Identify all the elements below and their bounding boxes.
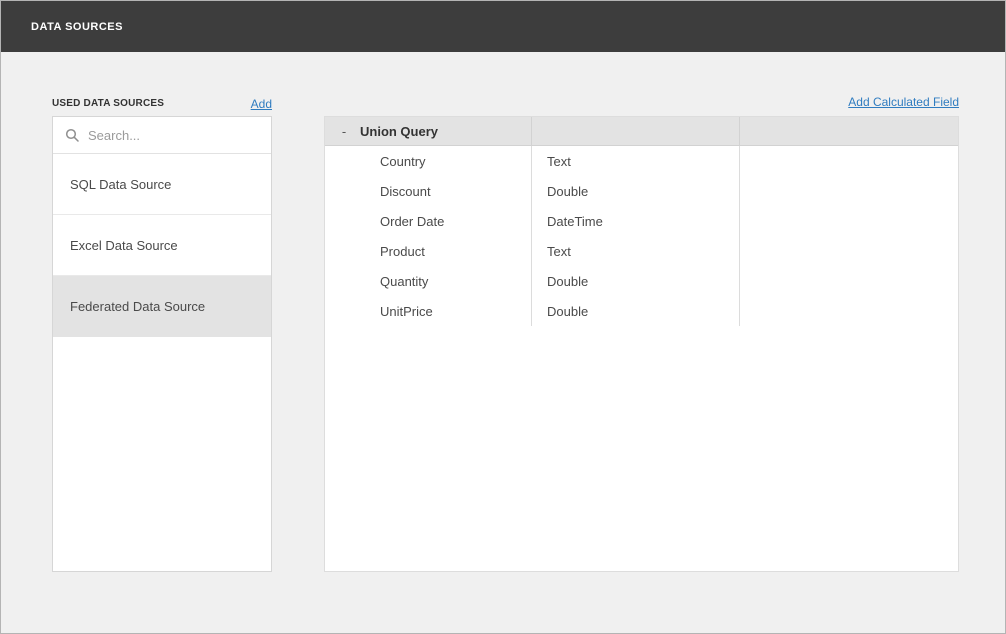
data-source-item-excel[interactable]: Excel Data Source: [53, 215, 271, 276]
used-data-sources-label: USED DATA SOURCES: [52, 98, 164, 111]
field-type-cell: Text: [532, 236, 740, 266]
field-type-cell: DateTime: [532, 206, 740, 236]
field-table-panel: - Union Query Country Text Discount Doub…: [324, 116, 959, 572]
field-name-cell: Product: [325, 236, 532, 266]
data-source-item-sql[interactable]: SQL Data Source: [53, 154, 271, 215]
field-name-cell: Country: [325, 146, 532, 176]
data-source-item-label: SQL Data Source: [70, 177, 171, 192]
field-extra-cell: [740, 296, 958, 326]
field-row[interactable]: Quantity Double: [325, 266, 958, 296]
field-name: Quantity: [380, 274, 428, 289]
query-title: Union Query: [360, 124, 438, 139]
field-row[interactable]: Discount Double: [325, 176, 958, 206]
search-icon: [65, 128, 79, 142]
field-type: Text: [547, 244, 571, 259]
field-row[interactable]: Country Text: [325, 146, 958, 176]
field-name-cell: Discount: [325, 176, 532, 206]
field-name-cell: UnitPrice: [325, 296, 532, 326]
query-group-header[interactable]: - Union Query: [325, 117, 958, 146]
collapse-icon[interactable]: -: [340, 124, 348, 139]
field-type: Double: [547, 184, 588, 199]
field-type-cell: Double: [532, 266, 740, 296]
field-extra-cell: [740, 176, 958, 206]
page-title: DATA SOURCES: [31, 21, 123, 33]
field-name: Country: [380, 154, 426, 169]
data-source-item-federated[interactable]: Federated Data Source: [53, 276, 271, 337]
field-name: UnitPrice: [380, 304, 433, 319]
field-type-cell: Text: [532, 146, 740, 176]
field-row[interactable]: Order Date DateTime: [325, 206, 958, 236]
field-extra-cell: [740, 266, 958, 296]
data-source-item-label: Federated Data Source: [70, 299, 205, 314]
add-data-source-link[interactable]: Add: [251, 97, 272, 111]
field-name: Discount: [380, 184, 431, 199]
data-sources-window: DATA SOURCES USED DATA SOURCES Add SQL D…: [0, 0, 1006, 634]
field-row[interactable]: UnitPrice Double: [325, 296, 958, 326]
field-type: Double: [547, 274, 588, 289]
type-header-cell: [532, 117, 740, 145]
field-name-cell: Quantity: [325, 266, 532, 296]
topbar: DATA SOURCES: [1, 1, 1005, 52]
field-name-cell: Order Date: [325, 206, 532, 236]
field-extra-cell: [740, 146, 958, 176]
field-row[interactable]: Product Text: [325, 236, 958, 266]
data-source-item-label: Excel Data Source: [70, 238, 178, 253]
field-table-header-bar: Add Calculated Field: [324, 87, 959, 111]
field-name: Product: [380, 244, 425, 259]
field-type: Text: [547, 154, 571, 169]
extra-header-cell: [740, 117, 958, 145]
data-source-list-panel: SQL Data Source Excel Data Source Federa…: [52, 116, 272, 572]
field-type-cell: Double: [532, 296, 740, 326]
field-type-cell: Double: [532, 176, 740, 206]
data-source-list: SQL Data Source Excel Data Source Federa…: [53, 154, 271, 571]
field-type: Double: [547, 304, 588, 319]
field-type: DateTime: [547, 214, 603, 229]
query-group-title-cell: - Union Query: [325, 117, 532, 145]
search-box[interactable]: [53, 117, 271, 154]
field-name: Order Date: [380, 214, 444, 229]
field-extra-cell: [740, 236, 958, 266]
add-calculated-field-link[interactable]: Add Calculated Field: [848, 95, 959, 111]
used-data-sources-header: USED DATA SOURCES Add: [52, 87, 272, 111]
field-extra-cell: [740, 206, 958, 236]
search-input[interactable]: [88, 128, 259, 143]
